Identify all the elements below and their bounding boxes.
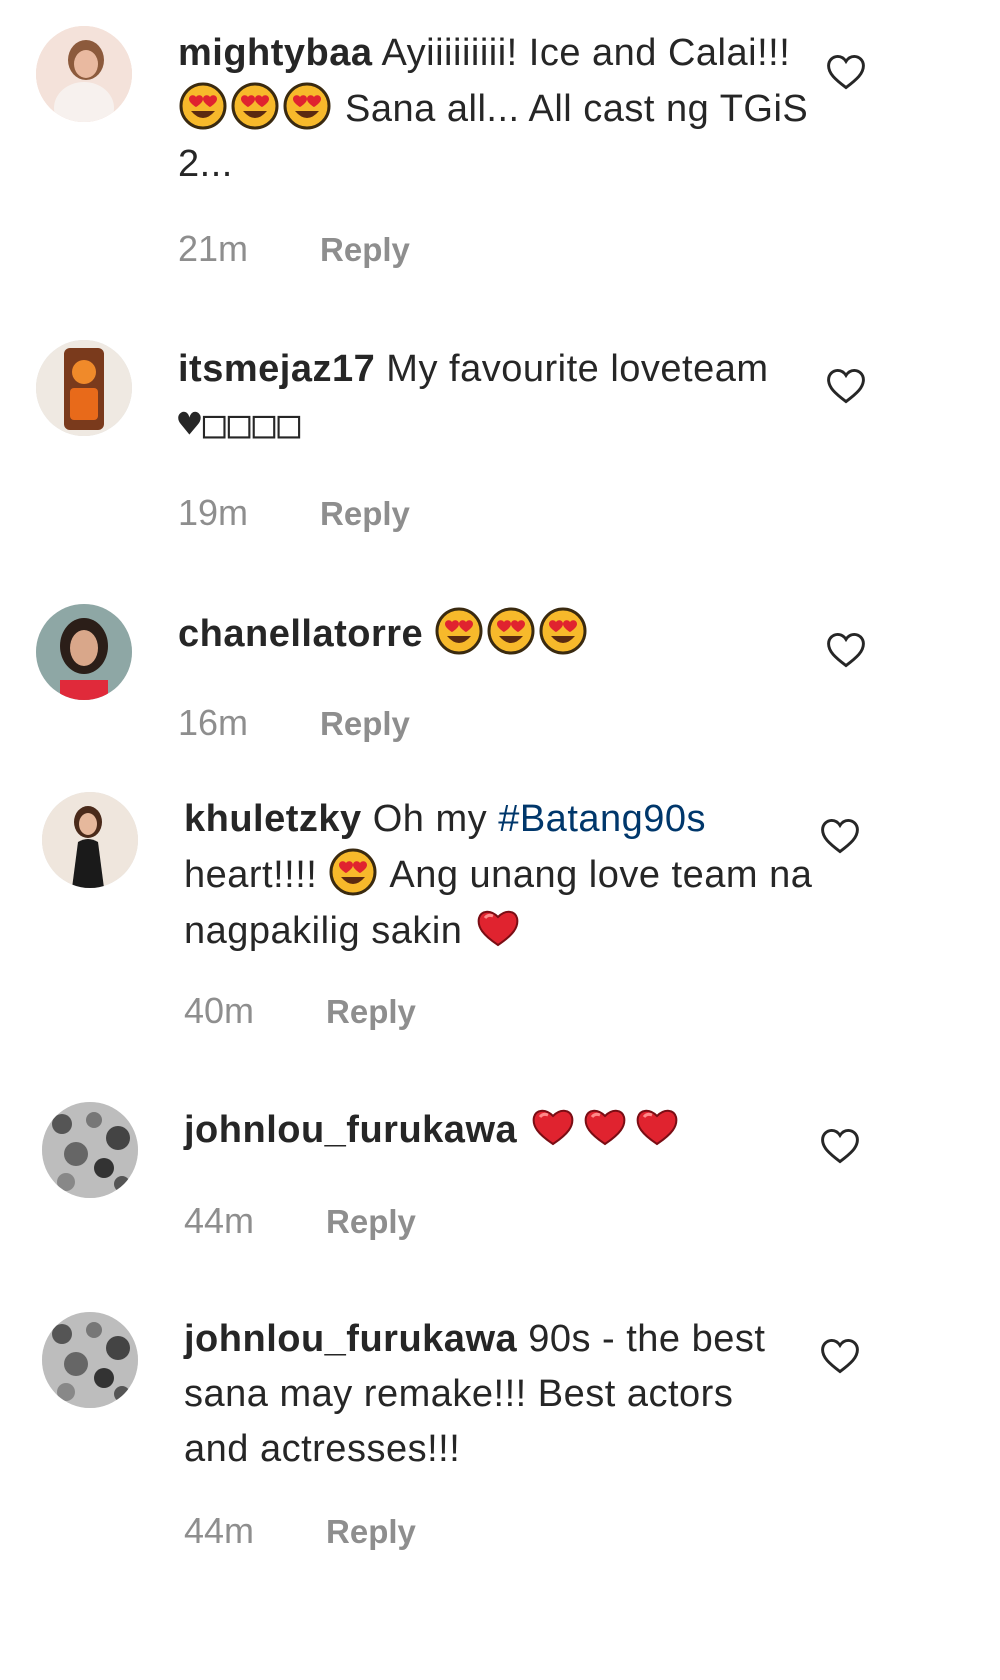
red-heart-emoji [580, 1102, 630, 1152]
comment-meta: 19m Reply [178, 492, 410, 534]
comment-timestamp[interactable]: 44m [184, 1200, 304, 1242]
avatar-image [42, 792, 138, 888]
comment-username[interactable]: itsmejaz17 [178, 348, 375, 390]
comment-text: johnlou_furukawa [184, 1102, 824, 1158]
avatar[interactable] [36, 604, 132, 700]
comment-body: Ayiiiiiiiii! Ice and Calai!!! [381, 32, 791, 74]
avatar-image [42, 1102, 138, 1198]
comment-text: itsmejaz17 My favourite loveteam ♥□□□□ [178, 342, 818, 453]
heart-eyes-emoji [486, 606, 536, 656]
reply-button[interactable]: Reply [320, 705, 410, 742]
comment-body-continued: heart!!!! [184, 854, 318, 896]
avatar[interactable] [42, 1312, 138, 1408]
heart-outline-icon[interactable] [824, 364, 868, 408]
avatar[interactable] [36, 340, 132, 436]
red-heart-emoji [632, 1102, 682, 1152]
comment-body: My favourite loveteam [386, 348, 769, 390]
heart-eyes-emoji [538, 606, 588, 656]
avatar[interactable] [42, 792, 138, 888]
avatar-image [36, 340, 132, 436]
comment-meta: 40m Reply [184, 990, 416, 1032]
comment-username[interactable]: johnlou_furukawa [184, 1318, 517, 1360]
comment-timestamp[interactable]: 44m [184, 1510, 304, 1552]
comment-username[interactable]: khuletzky [184, 798, 362, 840]
red-heart-emoji [528, 1102, 578, 1152]
avatar-image [36, 604, 132, 700]
comment-meta: 16m Reply [178, 702, 410, 744]
reply-button[interactable]: Reply [320, 495, 410, 532]
comment-timestamp[interactable]: 19m [178, 492, 298, 534]
reply-button[interactable]: Reply [326, 1513, 416, 1550]
comment-meta: 44m Reply [184, 1510, 416, 1552]
comment-timestamp[interactable]: 40m [184, 990, 304, 1032]
heart-eyes-emoji [282, 81, 332, 131]
heart-outline-icon[interactable] [818, 1334, 862, 1378]
comment-timestamp[interactable]: 21m [178, 228, 298, 270]
heart-eyes-emoji [328, 847, 378, 897]
heart-outline-icon[interactable] [818, 1124, 862, 1168]
comment-text: johnlou_furukawa 90s - the best sana may… [184, 1312, 784, 1477]
comment-text: mightybaa Ayiiiiiiiii! Ice and Calai!!! … [178, 26, 818, 192]
comment-timestamp[interactable]: 16m [178, 702, 298, 744]
comment-body: Oh my [372, 798, 488, 840]
avatar-image [42, 1312, 138, 1408]
reply-button[interactable]: Reply [320, 231, 410, 268]
heart-eyes-emoji [434, 606, 484, 656]
reply-button[interactable]: Reply [326, 993, 416, 1030]
heart-eyes-emoji [230, 81, 280, 131]
comment-username[interactable]: mightybaa [178, 32, 373, 74]
comment-meta: 21m Reply [178, 228, 410, 270]
avatar[interactable] [36, 26, 132, 122]
comment-username[interactable]: chanellatorre [178, 613, 423, 655]
comment-text: khuletzky Oh my #Batang90s heart!!!! Ang… [184, 792, 824, 959]
avatar-image [36, 26, 132, 122]
comment-username[interactable]: johnlou_furukawa [184, 1109, 517, 1151]
heart-outline-icon[interactable] [818, 814, 862, 858]
red-heart-emoji [473, 903, 523, 953]
comment-text: chanellatorre [178, 606, 818, 662]
reply-button[interactable]: Reply [326, 1203, 416, 1240]
heart-outline-icon[interactable] [824, 628, 868, 672]
avatar[interactable] [42, 1102, 138, 1198]
comment-meta: 44m Reply [184, 1200, 416, 1242]
hashtag-link[interactable]: #Batang90s [498, 798, 706, 840]
heart-eyes-emoji [178, 81, 228, 131]
heart-outline-icon[interactable] [824, 50, 868, 94]
comment-body-trailing: ♥□□□□ [178, 402, 303, 446]
